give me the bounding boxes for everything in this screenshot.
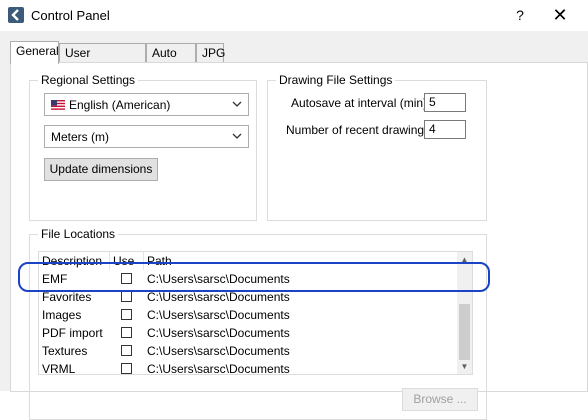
window-title: Control Panel	[31, 8, 110, 23]
tab-general[interactable]: General	[10, 41, 59, 64]
file-locations-list[interactable]: Description Use Path EMF C:\Users\sarsc\…	[38, 251, 473, 375]
list-item[interactable]: PDF import C:\Users\sarsc\Documents	[39, 324, 459, 342]
column-path[interactable]: Path	[144, 252, 459, 270]
title-bar: Control Panel ? ✕	[0, 0, 588, 31]
language-select[interactable]: English (American)	[44, 93, 249, 116]
us-flag-icon	[51, 100, 65, 110]
scroll-up-icon[interactable]: ▲	[457, 252, 472, 267]
row-description: VRML	[42, 362, 76, 375]
row-description: PDF import	[42, 326, 103, 340]
tab-auto-3d[interactable]: Auto 3D	[146, 43, 196, 79]
chevron-down-icon	[232, 101, 242, 107]
regional-settings-group: Regional Settings English (American) Met…	[29, 73, 257, 221]
general-tab-panel: Regional Settings English (American) Met…	[10, 62, 588, 420]
list-item[interactable]: Textures C:\Users\sarsc\Documents	[39, 342, 459, 360]
app-icon	[8, 7, 24, 23]
recent-drawings-input[interactable]: 4	[424, 120, 466, 139]
row-path: C:\Users\sarsc\Documents	[147, 362, 290, 375]
file-locations-legend: File Locations	[38, 227, 119, 241]
row-path: C:\Users\sarsc\Documents	[147, 326, 290, 340]
update-dimensions-button[interactable]: Update dimensions	[44, 158, 158, 181]
autosave-label: Autosave at interval (min)	[291, 96, 428, 110]
browse-button[interactable]: Browse ...	[402, 388, 478, 411]
drawing-file-settings-legend: Drawing File Settings	[276, 73, 396, 87]
row-description: Textures	[42, 344, 88, 358]
dialog-body: General User Interface Auto 3D JPG Regio…	[0, 31, 588, 420]
use-checkbox[interactable]	[121, 291, 132, 302]
close-button[interactable]: ✕	[548, 5, 572, 25]
drawing-file-settings-group: Drawing File Settings Autosave at interv…	[267, 73, 487, 221]
recent-drawings-label: Number of recent drawings	[286, 123, 431, 137]
file-locations-group: File Locations Description Use Path EMF …	[29, 227, 487, 420]
use-checkbox[interactable]	[121, 345, 132, 356]
use-checkbox[interactable]	[121, 327, 132, 338]
row-description: Images	[42, 308, 82, 322]
column-use[interactable]: Use	[110, 252, 144, 270]
row-path: C:\Users\sarsc\Documents	[147, 308, 290, 322]
vertical-scrollbar[interactable]: ▲ ▼	[457, 252, 472, 374]
row-path: C:\Users\sarsc\Documents	[147, 272, 290, 286]
list-item[interactable]: EMF C:\Users\sarsc\Documents	[39, 270, 459, 288]
autosave-input[interactable]: 5	[424, 93, 466, 112]
row-description: EMF	[42, 272, 68, 286]
list-header: Description Use Path	[39, 252, 459, 270]
tab-jpg[interactable]: JPG	[196, 43, 225, 62]
tab-user-interface[interactable]: User Interface	[59, 43, 146, 79]
chevron-down-icon	[232, 133, 242, 139]
help-button[interactable]: ?	[510, 5, 530, 25]
regional-settings-legend: Regional Settings	[38, 73, 139, 87]
use-checkbox[interactable]	[121, 363, 132, 374]
use-checkbox[interactable]	[121, 309, 132, 320]
column-description[interactable]: Description	[39, 252, 110, 270]
list-item[interactable]: VRML C:\Users\sarsc\Documents	[39, 360, 459, 375]
row-path: C:\Users\sarsc\Documents	[147, 344, 290, 358]
units-select[interactable]: Meters (m)	[44, 125, 249, 148]
use-checkbox[interactable]	[121, 273, 132, 284]
scroll-down-icon[interactable]: ▼	[457, 359, 472, 374]
language-value: English (American)	[69, 98, 171, 112]
units-value: Meters (m)	[51, 130, 109, 144]
list-item[interactable]: Images C:\Users\sarsc\Documents	[39, 306, 459, 324]
row-description: Favorites	[42, 290, 92, 304]
list-item[interactable]: Favorites C:\Users\sarsc\Documents	[39, 288, 459, 306]
row-path: C:\Users\sarsc\Documents	[147, 290, 290, 304]
scroll-thumb[interactable]	[459, 304, 470, 360]
